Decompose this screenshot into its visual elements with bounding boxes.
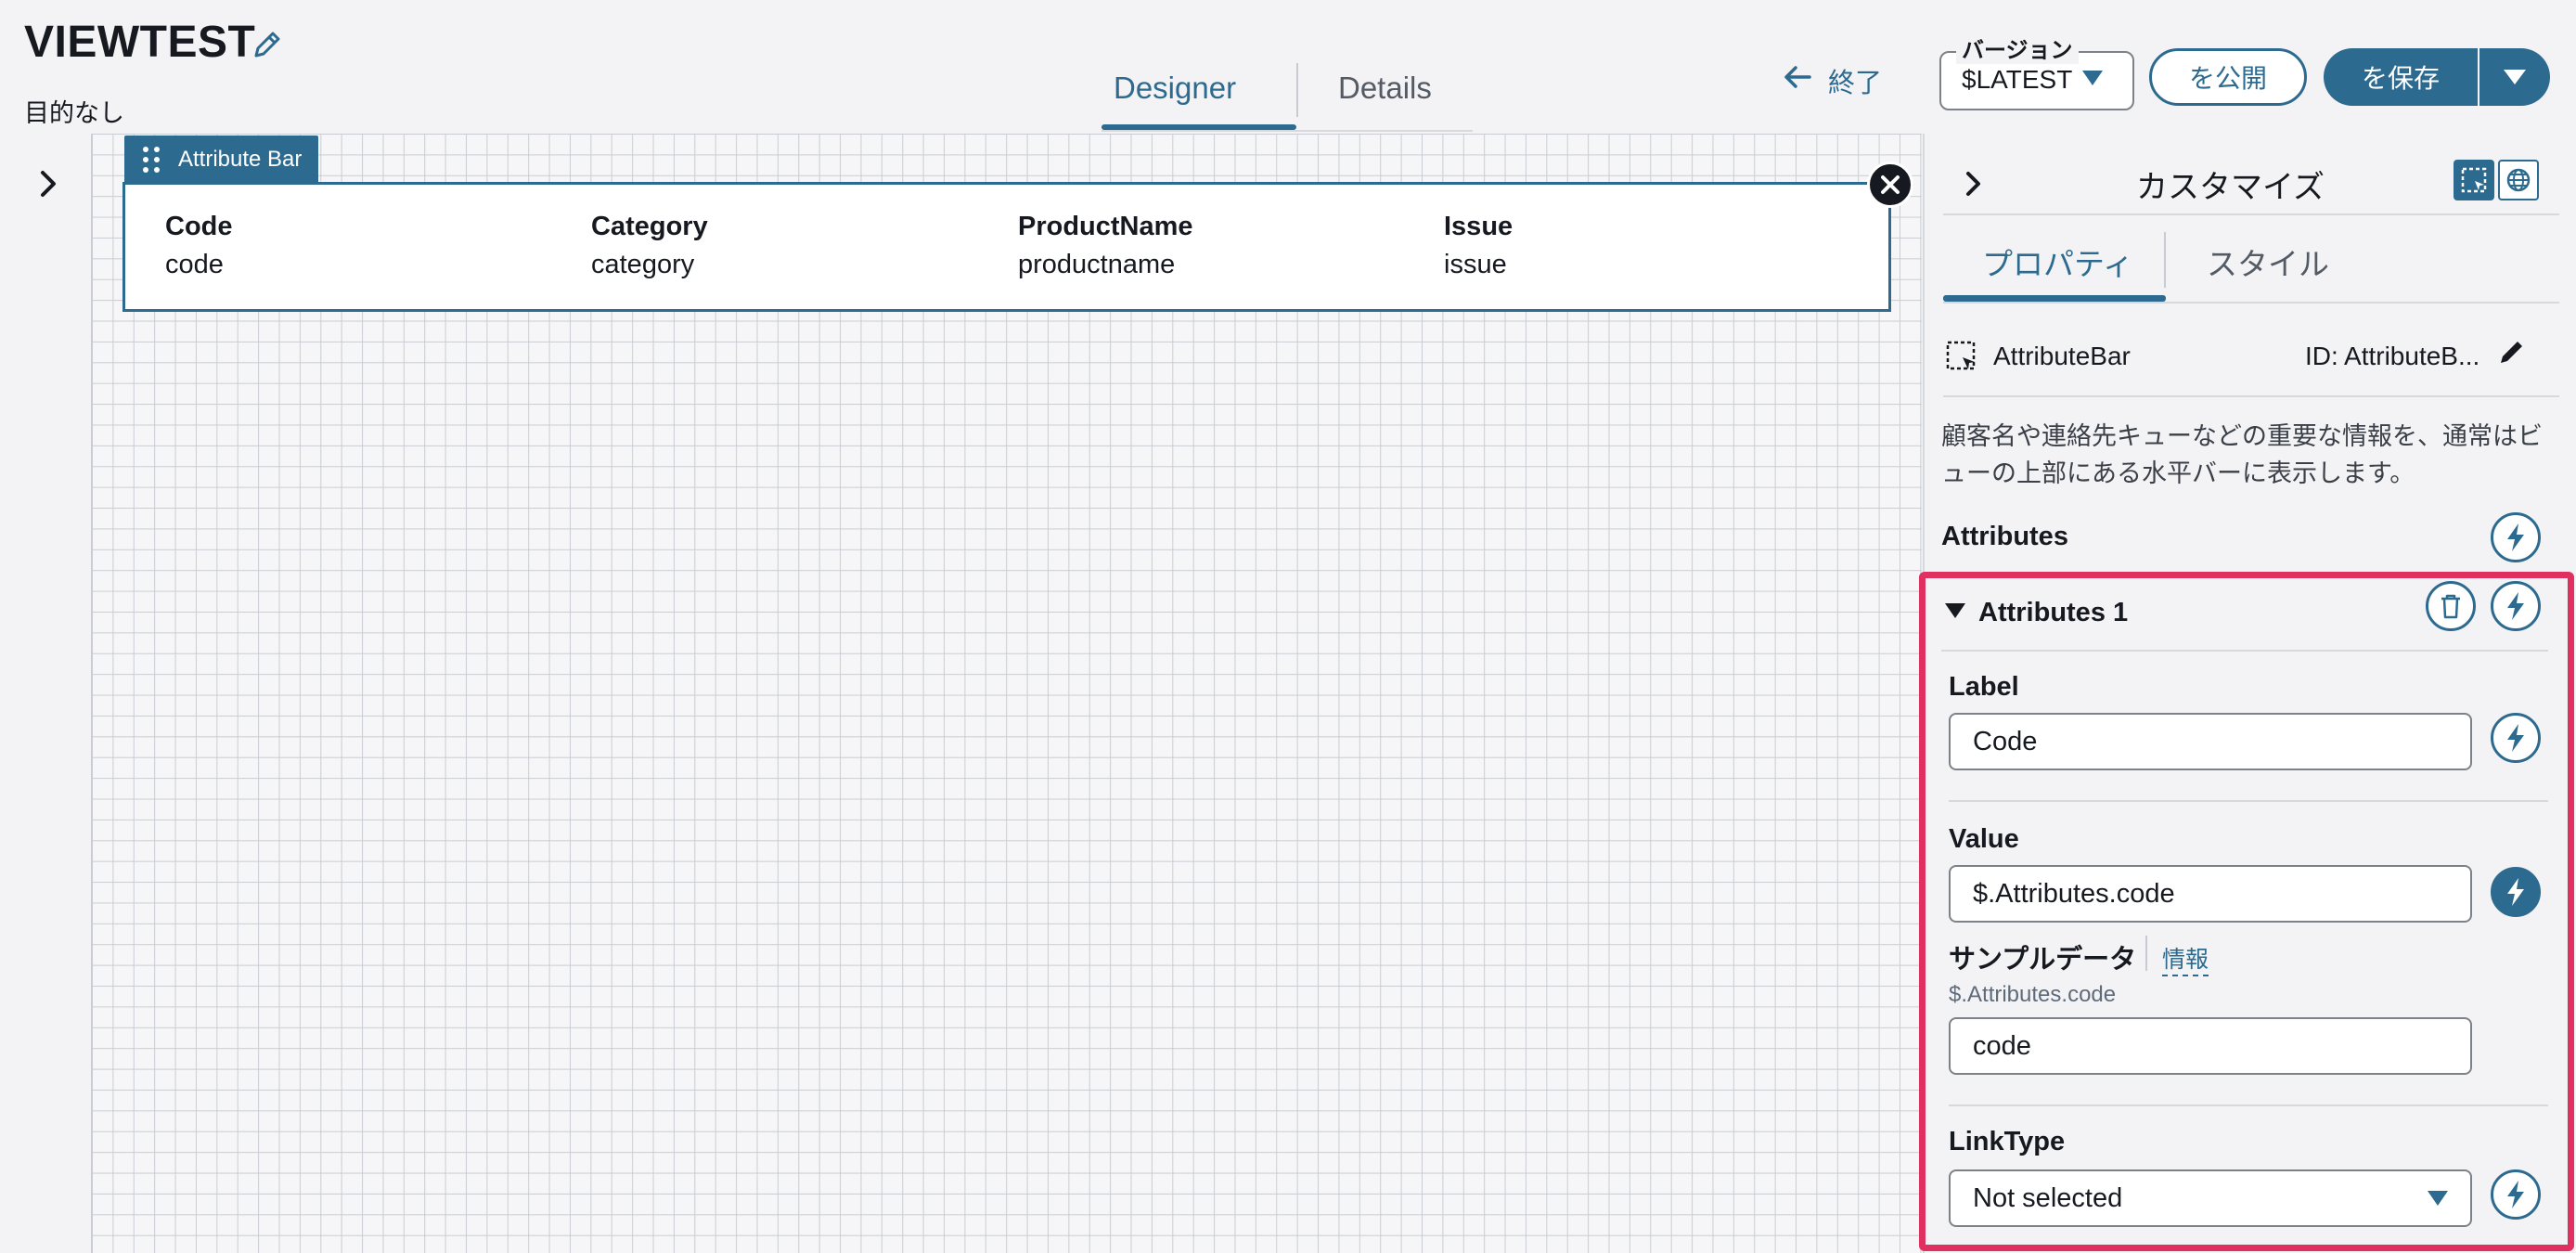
component-tag-label: Attribute Bar [178,147,303,172]
attribute-label: ProductName [1018,212,1193,241]
info-link[interactable]: 情報 [2162,941,2209,976]
divider [1949,800,2548,802]
active-tab-indicator [1101,124,1296,130]
bolt-icon[interactable] [2491,581,2541,631]
value-input[interactable]: $.Attributes.code [1949,865,2472,923]
panel-title: カスタマイズ [2136,170,2325,205]
pencil-icon[interactable] [249,26,286,63]
tab-baseline [1943,302,2559,304]
tab-properties[interactable]: プロパティ [1982,239,2133,284]
tab-details[interactable]: Details [1338,71,1432,106]
attribute-column: Code code [165,212,233,280]
caret-down-icon[interactable] [1945,603,1965,618]
selection-icon[interactable] [2454,160,2494,200]
component-id: ID: AttributeB... [2305,342,2480,370]
link-type-label: LinkType [1949,1127,2066,1156]
link-type-value: Not selected [1973,1182,2123,1213]
version-value: $LATEST [1962,65,2073,94]
attribute-value: issue [1444,250,1507,279]
label-input[interactable]: Code [1949,713,2472,770]
exit-button[interactable]: 終了 [1784,61,1882,100]
attribute-label: Category [591,212,708,241]
sample-data-label: サンプルデータ [1949,945,2137,975]
attribute-column: Category category [591,212,708,280]
attribute-label: Code [165,212,233,241]
tab-style[interactable]: スタイル [2207,239,2329,284]
tab-divider [2164,232,2166,288]
arrow-left-icon [1784,65,1811,97]
divider [2145,936,2147,971]
sample-data-path: $.Attributes.code [1949,982,2117,1007]
component-description: 顧客名や連絡先キューなどの重要な情報を、通常はビューの上部にある水平バーに表示し… [1941,422,2543,487]
chevron-right-icon[interactable] [1958,169,1988,199]
chevron-right-icon[interactable] [32,167,65,200]
attribute-value: category [591,250,695,279]
bolt-icon[interactable] [2491,867,2541,917]
trash-icon[interactable] [2426,581,2476,631]
caret-down-icon [2082,71,2103,85]
caret-down-icon [2504,70,2526,84]
drag-grip-icon[interactable] [143,147,160,173]
sample-data-input[interactable]: code [1949,1017,2472,1075]
divider [1943,395,2559,397]
component-type: AttributeBar [1993,342,2131,370]
selection-icon [1945,340,1978,373]
caret-down-icon [2428,1191,2448,1206]
globe-icon[interactable] [2498,160,2539,200]
tab-baseline [1101,130,1473,132]
view-subtitle: 目的なし [24,99,124,127]
pencil-icon[interactable] [2496,336,2528,368]
save-options-button[interactable] [2479,48,2550,106]
bolt-icon[interactable] [2491,713,2541,763]
divider [1943,213,2559,215]
attribute-label: Issue [1444,212,1513,241]
publish-button[interactable]: を公開 [2149,48,2307,106]
component-tag[interactable]: Attribute Bar [124,136,319,184]
attribute-bar[interactable] [122,182,1891,312]
left-rail [0,134,91,1253]
tab-divider [1296,63,1298,117]
attribute-column: ProductName productname [1018,212,1193,280]
bolt-icon[interactable] [2491,512,2541,562]
attributes-heading: Attributes [1941,522,2068,551]
exit-label: 終了 [1828,69,1883,98]
bolt-icon[interactable] [2491,1169,2541,1220]
link-type-select[interactable]: Not selected [1949,1169,2472,1227]
attribute-value: productname [1018,250,1176,279]
close-icon[interactable] [1867,161,1913,208]
active-tab-indicator [1943,295,2166,302]
value-field-label: Value [1949,824,2019,854]
label-field-label: Label [1949,672,2019,702]
group-title[interactable]: Attributes 1 [1978,598,2128,628]
tab-designer[interactable]: Designer [1114,71,1236,106]
attribute-value: code [165,250,224,279]
divider [1941,650,2548,652]
save-button[interactable]: を保存 [2324,48,2478,106]
view-title: VIEWTEST [24,18,256,67]
divider [1949,1104,2548,1106]
attribute-column: Issue issue [1444,212,1513,280]
version-legend: バージョン [1956,32,2079,64]
